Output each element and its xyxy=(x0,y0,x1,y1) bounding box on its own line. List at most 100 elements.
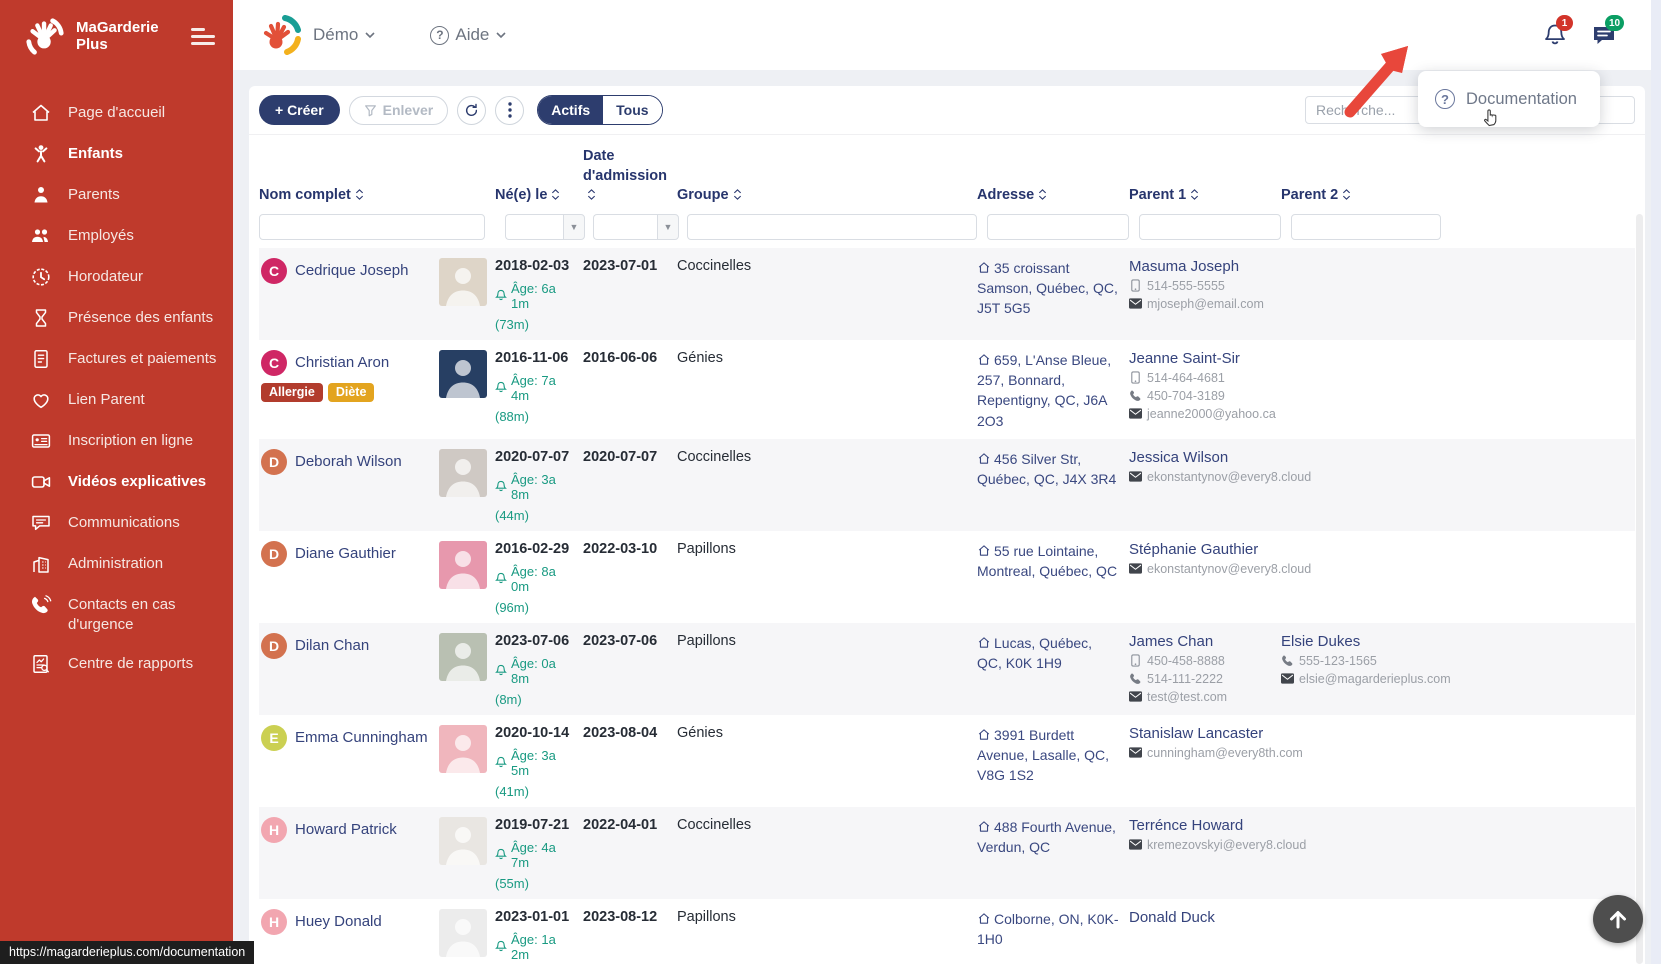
sidebar-item-clock[interactable]: Horodateur xyxy=(0,257,233,298)
column-header-parent2[interactable]: Parent 2 xyxy=(1281,186,1635,206)
child-name-link[interactable]: Deborah Wilson xyxy=(295,453,402,471)
column-header-ne-le[interactable]: Né(e) le xyxy=(495,186,583,206)
sidebar: MaGarderie Plus Page d'accueilEnfantsPar… xyxy=(0,0,233,964)
child-name-link[interactable]: Huey Donald xyxy=(295,913,382,931)
messages-icon[interactable]: 10 xyxy=(1591,22,1617,48)
filter-tous-tab[interactable]: Tous xyxy=(603,96,661,124)
filter-input-nom-complet[interactable] xyxy=(259,214,485,240)
parent1-cell: James Chan450-458-8888514-111-2222test@t… xyxy=(1129,633,1281,707)
message-count-badge: 10 xyxy=(1605,15,1624,31)
sidebar-item-chat[interactable]: Communications xyxy=(0,503,233,544)
child-photo[interactable] xyxy=(439,817,487,865)
birth-date: 2016-11-06 xyxy=(495,350,575,366)
window-scrollbar[interactable] xyxy=(1651,0,1661,964)
sidebar-item-home[interactable]: Page d'accueil xyxy=(0,93,233,134)
table-row[interactable]: DDeborah Wilson2020-07-07Âge: 3a 8m(44m)… xyxy=(259,439,1635,531)
table-row[interactable]: CChristian AronAllergieDiète2016-11-06Âg… xyxy=(259,340,1635,439)
age-bell-icon xyxy=(495,289,507,302)
table-row[interactable]: DDiane Gauthier2016-02-29Âge: 8a 0m(96m)… xyxy=(259,531,1635,623)
parent-contact-email: test@test.com xyxy=(1129,690,1271,704)
sidebar-item-hourglass[interactable]: Présence des enfants xyxy=(0,298,233,339)
sidebar-item-building[interactable]: Administration xyxy=(0,544,233,585)
date-filter-dropdown-button[interactable]: ▼ xyxy=(657,214,679,240)
column-header-nom-complet[interactable]: Nom complet xyxy=(259,186,495,206)
child-name-link[interactable]: Emma Cunningham xyxy=(295,729,428,747)
age-months: (73m) xyxy=(495,317,575,332)
child-photo[interactable] xyxy=(439,909,487,957)
table-row[interactable]: EEmma Cunningham2020-10-14Âge: 3a 5m(41m… xyxy=(259,715,1635,807)
column-header-parent1[interactable]: Parent 1 xyxy=(1129,186,1281,206)
birth-date: 2016-02-29 xyxy=(495,541,575,557)
child-address: 55 rue Lointaine, Montreal, Québec, QC xyxy=(977,541,1119,582)
sidebar-item-people[interactable]: Employés xyxy=(0,216,233,257)
filter-input-date-admission[interactable] xyxy=(593,214,657,240)
sidebar-item-invoice[interactable]: Factures et paiements xyxy=(0,339,233,380)
column-header-adresse[interactable]: Adresse xyxy=(977,186,1129,206)
sidebar-item-label: Communications xyxy=(68,513,180,533)
topbar: Démo ? Aide 1 10 Patrick Desjardins xyxy=(233,0,1661,70)
filter-input-adresse[interactable] xyxy=(987,214,1129,240)
table-row[interactable]: HHoward Patrick2019-07-21Âge: 4a 7m(55m)… xyxy=(259,807,1635,899)
brand-logo-icon xyxy=(24,15,66,57)
child-name-link[interactable]: Dilan Chan xyxy=(295,637,369,655)
workspace-dropdown[interactable]: Démo xyxy=(313,25,376,45)
group-name: Papillons xyxy=(677,633,967,649)
sidebar-item-person[interactable]: Parents xyxy=(0,175,233,216)
table-row[interactable]: HHuey Donald2023-01-01Âge: 1a 2m(14m)202… xyxy=(259,899,1635,964)
parent-name: Jeanne Saint-Sir xyxy=(1129,350,1271,367)
sort-icon xyxy=(1038,188,1047,201)
app-logo-icon xyxy=(261,15,301,55)
child-name-link[interactable]: Diane Gauthier xyxy=(295,545,396,563)
child-tag: Allergie xyxy=(261,383,323,402)
refresh-button[interactable] xyxy=(457,96,486,125)
sidebar-item-video[interactable]: Vidéos explicatives xyxy=(0,462,233,503)
notifications-bell-icon[interactable]: 1 xyxy=(1542,22,1568,48)
create-button[interactable]: + Créer xyxy=(259,95,340,125)
table-scrollbar[interactable] xyxy=(1636,214,1643,964)
date-filter-dropdown-button[interactable]: ▼ xyxy=(563,214,585,240)
funnel-icon xyxy=(364,104,377,117)
help-dropdown[interactable]: ? Aide xyxy=(430,25,507,45)
child-name-link[interactable]: Christian Aron xyxy=(295,354,389,372)
age-label: Âge: 1a 2m xyxy=(495,932,575,962)
filter-input-parent1[interactable] xyxy=(1139,214,1281,240)
child-photo[interactable] xyxy=(439,725,487,773)
sidebar-collapse-icon[interactable] xyxy=(191,26,217,46)
child-name-link[interactable]: Cedrique Joseph xyxy=(295,262,408,280)
child-photo[interactable] xyxy=(439,449,487,497)
sidebar-item-phone[interactable]: Contacts en cas d'urgence xyxy=(0,585,233,644)
table-row[interactable]: DDilan Chan2023-07-06Âge: 0a 8m(8m)2023-… xyxy=(259,623,1635,715)
child-photo[interactable] xyxy=(439,541,487,589)
filter-input-ne-le[interactable] xyxy=(505,214,563,240)
table-header: Nom complet Né(e) le Date d'admission Gr… xyxy=(249,134,1645,248)
parent-contact-email: ekonstantynov@every8.cloud xyxy=(1129,470,1271,484)
email-icon xyxy=(1129,297,1142,310)
admission-date: 2016-06-06 xyxy=(583,350,669,366)
sidebar-item-report[interactable]: Centre de rapports xyxy=(0,644,233,685)
home-icon xyxy=(977,544,991,557)
sidebar-item-heart[interactable]: Lien Parent xyxy=(0,380,233,421)
child-name-link[interactable]: Howard Patrick xyxy=(295,821,397,839)
column-header-groupe[interactable]: Groupe xyxy=(677,186,977,206)
parent-contact-email: ekonstantynov@every8.cloud xyxy=(1129,562,1271,576)
child-photo[interactable] xyxy=(439,633,487,681)
sidebar-item-child[interactable]: Enfants xyxy=(0,134,233,175)
more-options-button[interactable] xyxy=(495,96,524,125)
scroll-to-top-button[interactable] xyxy=(1593,895,1643,943)
filter-input-parent2[interactable] xyxy=(1291,214,1441,240)
parent-contact-mobile: 514-555-5555 xyxy=(1129,279,1271,293)
filter-actifs-tab[interactable]: Actifs xyxy=(538,96,603,124)
child-photo[interactable] xyxy=(439,258,487,306)
table-row[interactable]: CCedrique Joseph2018-02-03Âge: 6a 1m(73m… xyxy=(259,248,1635,340)
sidebar-item-id-card[interactable]: Inscription en ligne xyxy=(0,421,233,462)
column-header-date-admission[interactable]: Date d'admission xyxy=(583,147,677,206)
remove-filter-button[interactable]: Enlever xyxy=(349,96,449,125)
child-initial-badge: H xyxy=(261,909,287,935)
admission-date: 2023-08-12 xyxy=(583,909,669,925)
parent-contact-mobile: 450-458-8888 xyxy=(1129,654,1271,668)
child-photo[interactable] xyxy=(439,350,487,398)
chevron-down-icon xyxy=(495,29,507,41)
filter-input-groupe[interactable] xyxy=(687,214,977,240)
admission-date: 2022-03-10 xyxy=(583,541,669,557)
child-initial-badge: D xyxy=(261,449,287,475)
